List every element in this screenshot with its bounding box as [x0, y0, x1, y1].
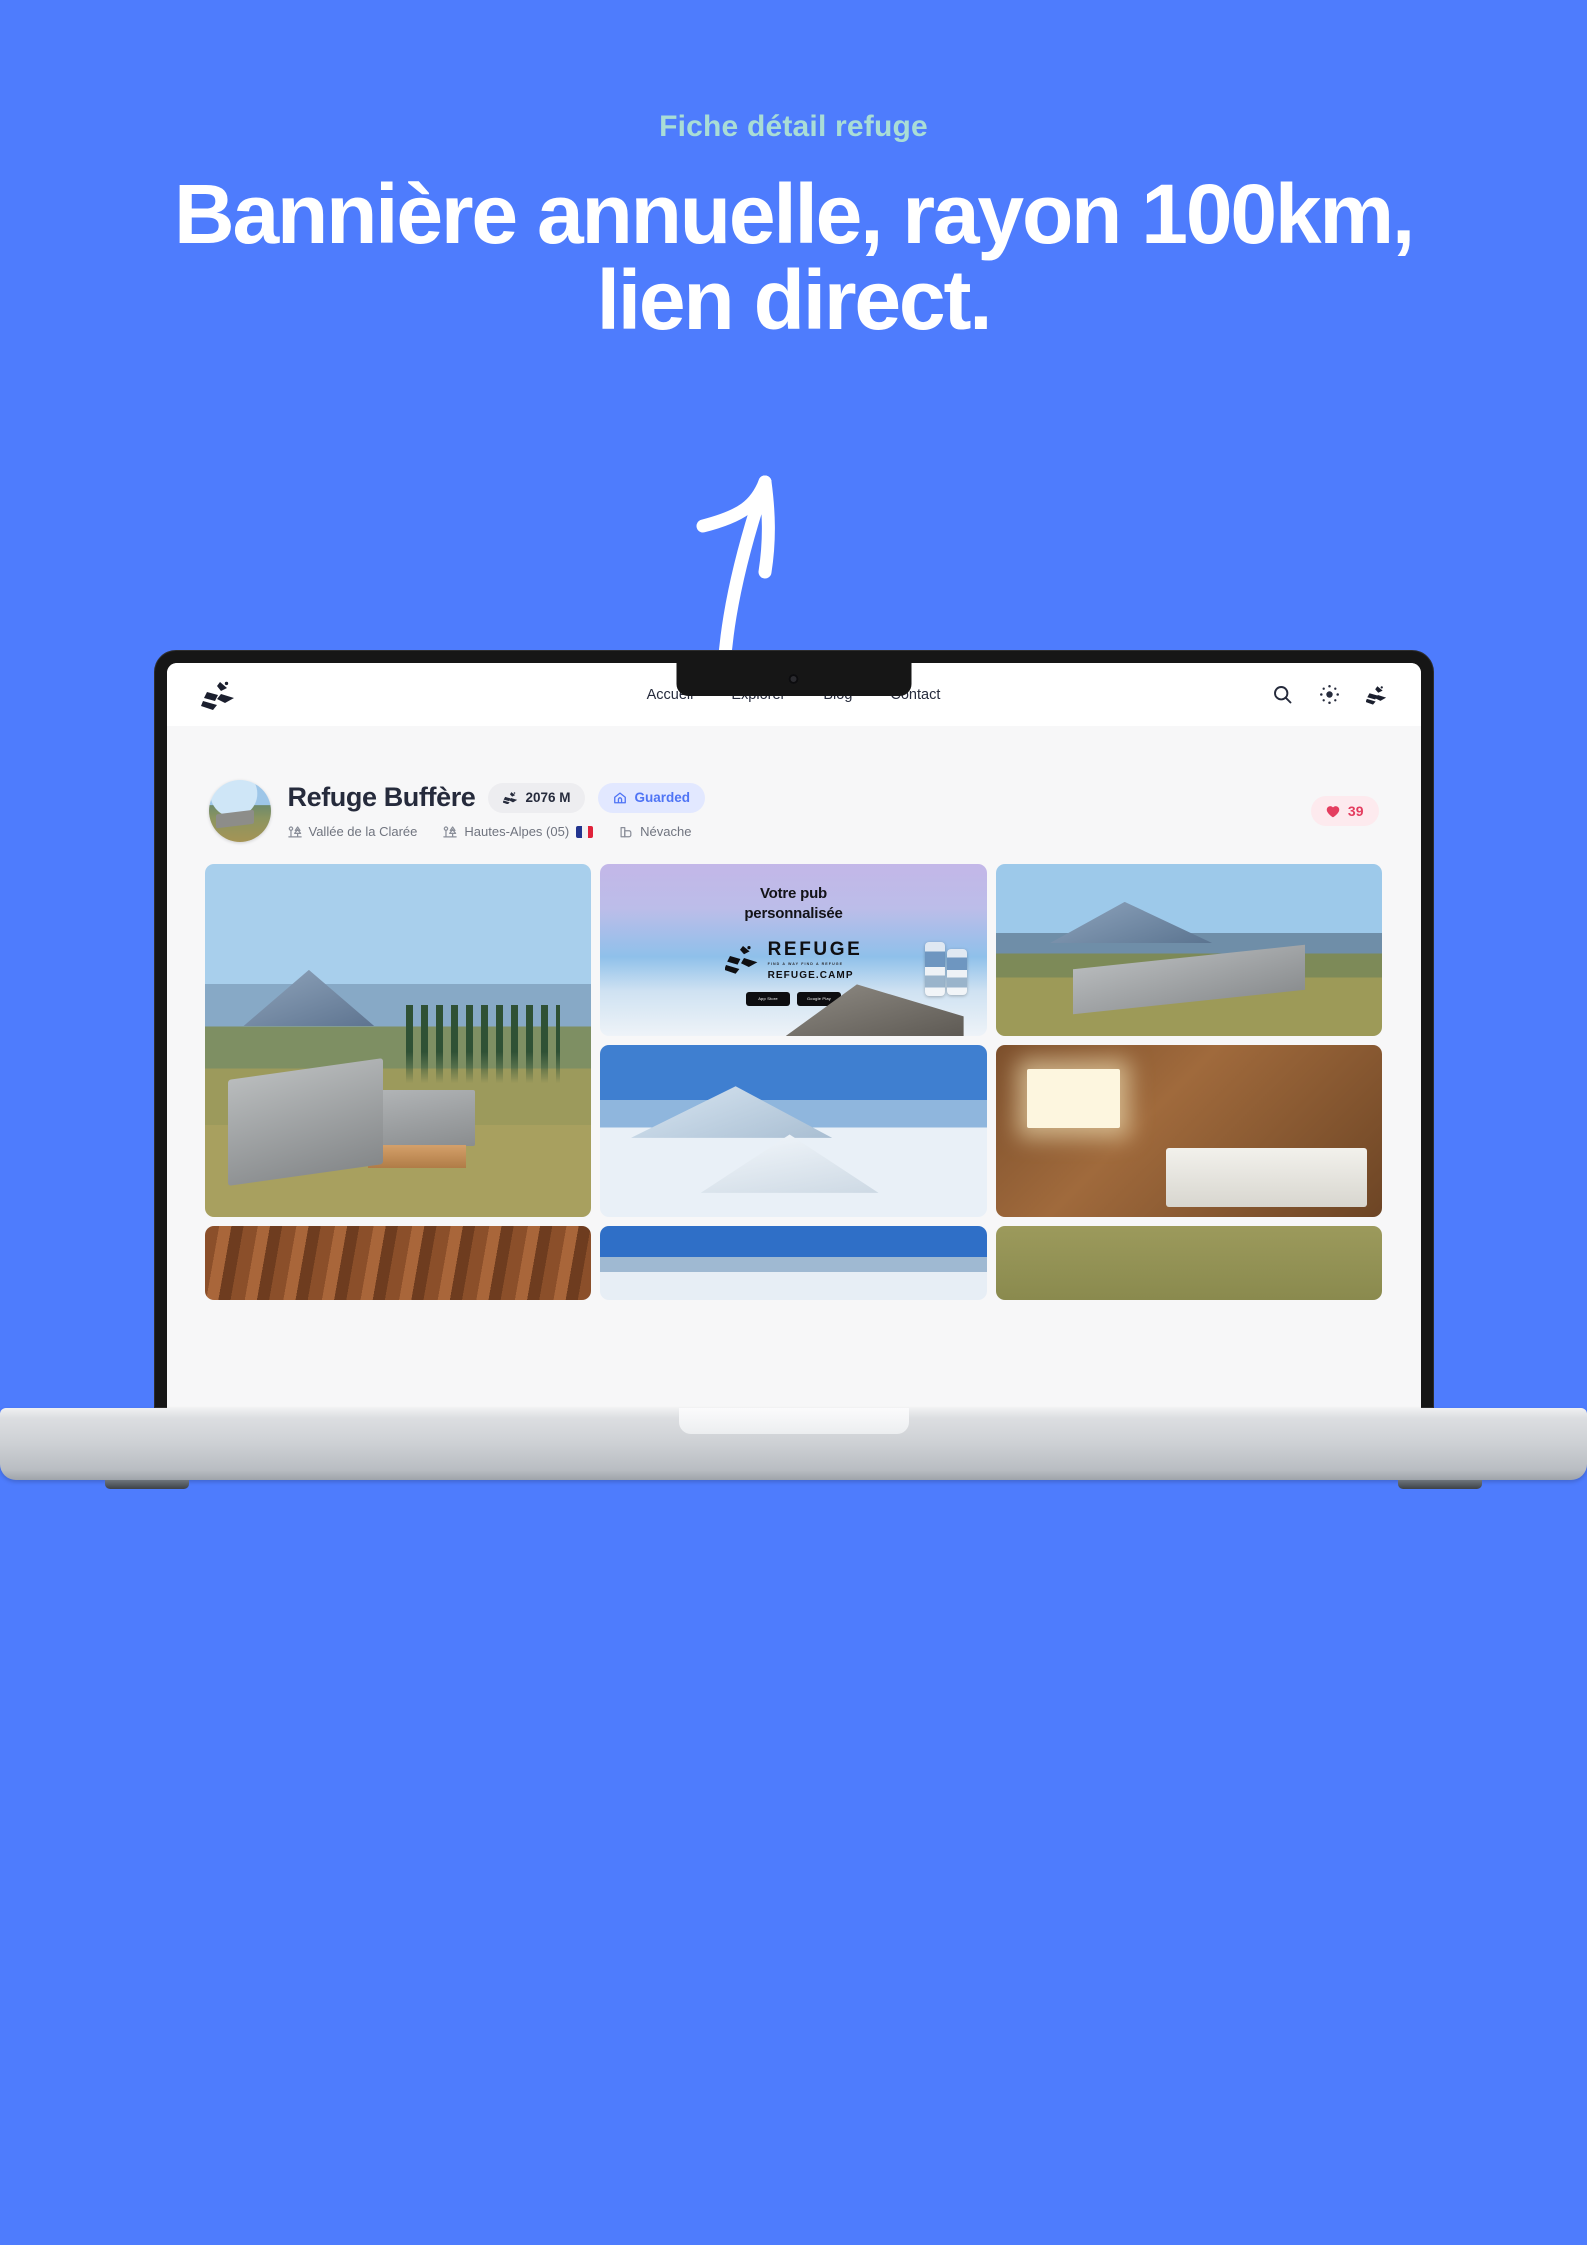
- france-flag-icon: [576, 825, 594, 838]
- refuge-mountain-logo-icon-ad: [724, 946, 757, 974]
- refuge-title-row: Refuge Buffère 2076 M Guarded: [288, 782, 705, 813]
- likes-count: 39: [1347, 803, 1364, 819]
- meta-department-label: Hautes-Alpes (05): [464, 824, 570, 839]
- building-icon: [620, 826, 632, 837]
- google-play-label: Google Play: [806, 996, 831, 1002]
- promo-title: Bannière annuelle, rayon 100km, lien dir…: [173, 167, 1415, 347]
- ad-brand-lockup: REFUGE FIND A WAY FIND A REFUGE REFUGE.C…: [724, 938, 863, 981]
- status-badge: Guarded: [598, 782, 705, 813]
- laptop-base: [0, 1408, 1587, 1498]
- ad-phone-mockups: [924, 942, 967, 996]
- meta-department: Hautes-Alpes (05): [443, 824, 594, 839]
- website-viewport: Accueil Explorer Blog Contact: [166, 663, 1421, 1408]
- status-label: Guarded: [634, 790, 690, 805]
- meta-valley-label: Vallée de la Clarée: [308, 824, 418, 839]
- likes-badge[interactable]: 39: [1310, 796, 1379, 826]
- nav-icon-group: [1272, 684, 1387, 705]
- laptop-notch: [676, 663, 911, 696]
- laptop-screen: Accueil Explorer Blog Contact: [166, 663, 1421, 1408]
- search-icon[interactable]: [1272, 684, 1293, 705]
- photo-snow-refuge[interactable]: [600, 1045, 987, 1217]
- heart-icon: [1326, 805, 1340, 817]
- laptop-foot-right: [1398, 1480, 1482, 1489]
- ad-banner[interactable]: Votre pub personnalisée REFUGE FIND A WA…: [600, 864, 987, 1036]
- ad-brand-tagline: FIND A WAY FIND A REFUGE: [767, 961, 844, 966]
- laptop-mockup: Accueil Explorer Blog Contact: [0, 650, 1587, 1498]
- refuge-detail-page: Refuge Buffère 2076 M Guarded Vallée de …: [167, 726, 1421, 1300]
- valley-trees-icon-2: [443, 825, 458, 838]
- altitude-badge: 2076 M: [488, 782, 586, 813]
- ad-brand-url: REFUGE.CAMP: [767, 969, 854, 981]
- brightness-sun-icon[interactable]: [1319, 684, 1340, 705]
- photo-mountain-sky[interactable]: [600, 1226, 987, 1300]
- meta-commune: Névache: [619, 824, 691, 839]
- refuge-mountain-logo-icon-right[interactable]: [1365, 684, 1387, 705]
- ad-brand-word: REFUGE: [767, 938, 863, 960]
- refuge-meta-row: Vallée de la Clarée Hautes-Alpes (05) Né…: [287, 824, 705, 839]
- laptop-base-notch: [678, 1408, 909, 1434]
- valley-trees-icon: [287, 825, 302, 838]
- meta-commune-label: Névache: [640, 824, 692, 839]
- photo-gallery-row-2: [204, 1226, 1383, 1300]
- hut-icon: [614, 791, 627, 803]
- ad-title-line2: personnalisée: [744, 904, 843, 922]
- laptop-foot-left: [105, 1480, 189, 1489]
- webcam-icon: [788, 674, 799, 684]
- laptop-lid: Accueil Explorer Blog Contact: [153, 650, 1434, 1408]
- refuge-mountain-logo-icon[interactable]: [200, 680, 237, 710]
- altitude-label: 2076 M: [525, 790, 571, 805]
- photo-wood-interior[interactable]: [204, 1226, 592, 1300]
- ad-title-line1: Votre pub: [759, 885, 828, 902]
- photo-bunk-room[interactable]: [995, 1045, 1383, 1217]
- page-title: Refuge Buffère: [287, 782, 476, 812]
- photo-village-main[interactable]: [204, 864, 592, 1217]
- photo-gallery: Votre pub personnalisée REFUGE FIND A WA…: [204, 864, 1383, 1217]
- promo-eyebrow: Fiche détail refuge: [659, 110, 928, 143]
- refuge-identity: Refuge Buffère 2076 M Guarded Vallée de …: [288, 780, 705, 839]
- avatar: [208, 780, 271, 842]
- mountain-icon: [503, 791, 518, 804]
- photo-meadow[interactable]: [995, 1226, 1383, 1300]
- refuge-header: Refuge Buffère 2076 M Guarded Vallée de …: [205, 754, 1383, 842]
- photo-alpine-huts[interactable]: [995, 864, 1383, 1036]
- app-store-badge[interactable]: App Store: [745, 991, 790, 1006]
- ad-store-buttons: App Store Google Play: [745, 991, 841, 1006]
- app-store-label: App Store: [758, 996, 778, 1002]
- promo-header: Fiche détail refuge Bannière annuelle, r…: [0, 0, 1587, 343]
- meta-valley: Vallée de la Clarée: [287, 824, 418, 839]
